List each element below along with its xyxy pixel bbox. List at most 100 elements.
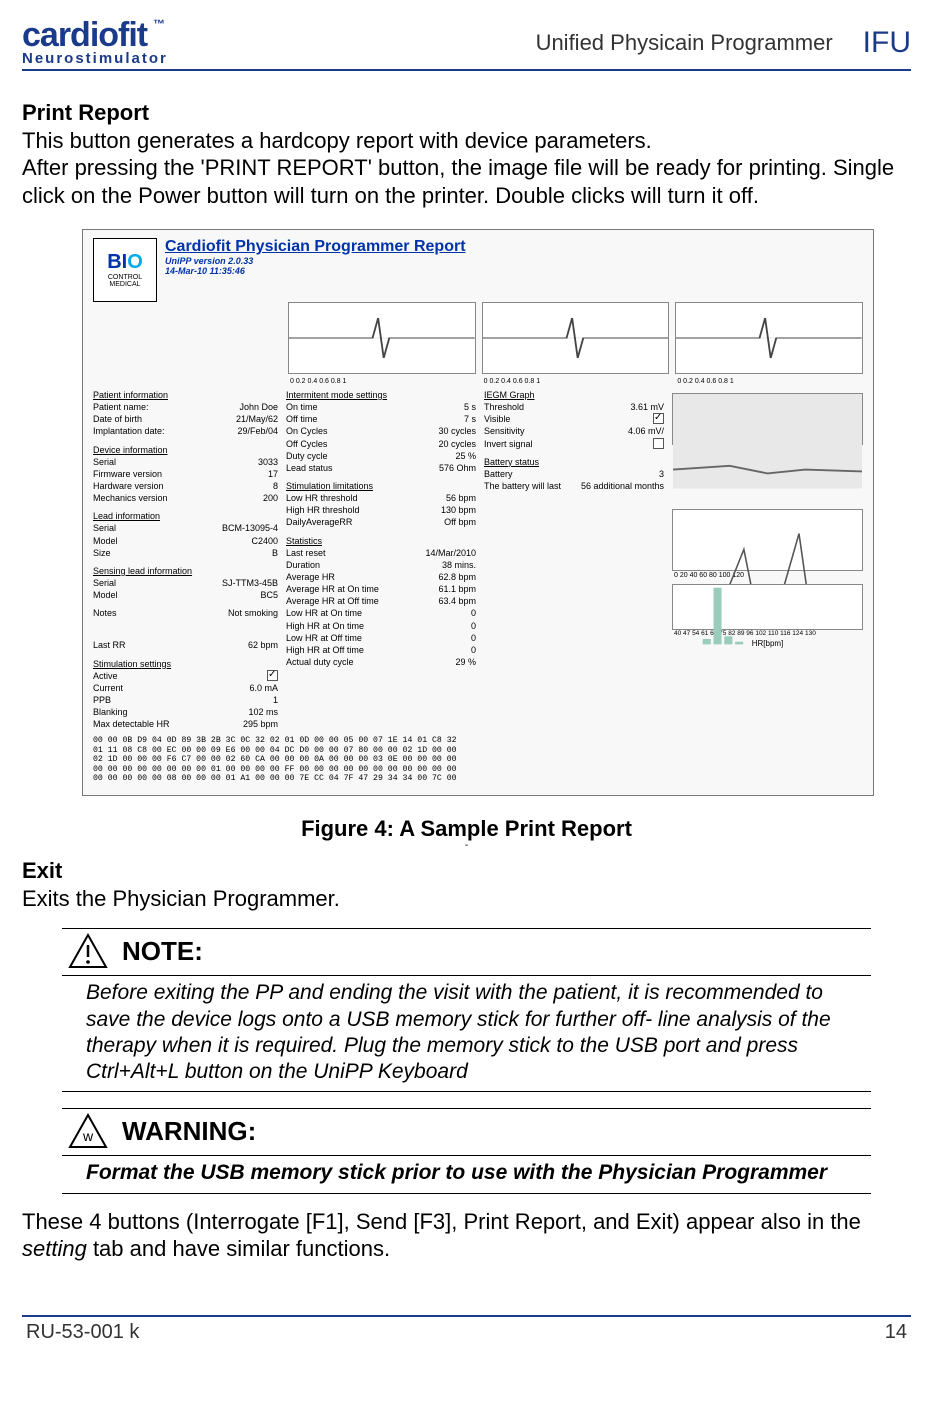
sample-report-figure: BIO CONTROLMEDICAL Cardiofit Physician P… (82, 229, 874, 796)
ppb-l: PPB (93, 694, 117, 706)
fw-v: 17 (268, 468, 278, 480)
lowon-v: 0 (471, 607, 476, 619)
iegm-chart-3 (675, 302, 863, 374)
note-body: Before exiting the PP and ending the vis… (62, 976, 871, 1092)
avgoff-v: 63.4 bpm (438, 595, 476, 607)
cur-v: 6.0 mA (249, 682, 278, 694)
notes-l: Notes (93, 607, 123, 619)
offc-v: 20 cycles (438, 438, 476, 450)
lr-v: 14/Mar/2010 (425, 547, 476, 559)
brand-logo: cardiofit™ Neurostimulator (22, 18, 168, 67)
leadst-l: Lead status (286, 462, 339, 474)
lr-l: Last reset (286, 547, 332, 559)
highoff-l: High HR at Off time (286, 644, 370, 656)
mech-l: Mechanics version (93, 492, 174, 504)
highon-l: High HR at On time (286, 620, 370, 632)
print-report-heading: Print Report (22, 99, 911, 127)
pname-l: Patient name: (93, 401, 155, 413)
report-version: UniPP version 2.0.33 (165, 256, 863, 266)
report-title: Cardiofit Physician Programmer Report (165, 238, 863, 256)
figure-caption-sub: - (22, 840, 911, 851)
lser-l: Serial (93, 522, 122, 534)
logo-main: cardiofit (22, 16, 147, 54)
exit-heading: Exit (22, 857, 911, 885)
footer-doc-id: RU-53-001 k (26, 1321, 139, 1344)
lsize-l: Size (93, 547, 117, 559)
mech-v: 200 (263, 492, 278, 504)
duty-l: Duty cycle (286, 450, 334, 462)
stimlim-h: Stimulation limitations (286, 480, 476, 492)
davg-l: DailyAverageRR (286, 516, 358, 528)
sens-v: 4.06 mV/ (628, 425, 664, 437)
hw-v: 8 (273, 480, 278, 492)
hex-dump: 00 00 0B D9 04 0D 89 3B 2B 3C 0C 32 02 0… (93, 736, 863, 783)
sens-l: Sensitivity (484, 425, 531, 437)
on-l: On time (286, 401, 324, 413)
stim-h: Stimulation settings (93, 658, 278, 670)
document-title: Unified Physicain Programmer (168, 30, 863, 56)
avgon-l: Average HR at On time (286, 583, 385, 595)
active-checkbox-icon (267, 670, 278, 681)
chart1-xticks: 0 0.2 0.4 0.6 0.8 1 (288, 378, 476, 385)
life-v: 56 additional months (581, 480, 664, 492)
highhr-v: 130 bpm (441, 504, 476, 516)
off-l: Off time (286, 413, 323, 425)
iegm-chart-1 (288, 302, 476, 374)
vis-l: Visible (484, 413, 516, 425)
blank-v: 102 ms (248, 706, 278, 718)
sser-v: SJ-TTM3-45B (222, 577, 278, 589)
onc-l: On Cycles (286, 425, 334, 437)
logo-subtitle: Neurostimulator (22, 50, 168, 67)
davg-v: Off bpm (444, 516, 476, 528)
offc-l: Off Cycles (286, 438, 333, 450)
lmod-l: Model (93, 535, 124, 547)
adc-v: 29 % (455, 656, 476, 668)
active-l: Active (93, 670, 124, 682)
report-date: 14-Mar-10 11:35:46 (165, 266, 863, 276)
avg-l: Average HR (286, 571, 341, 583)
on-v: 5 s (464, 401, 476, 413)
lmod-v: C2400 (251, 535, 278, 547)
inv-l: Invert signal (484, 438, 539, 450)
print-report-p1: This button generates a hardcopy report … (22, 127, 911, 155)
chart2-xticks: 0 0.2 0.4 0.6 0.8 1 (482, 378, 670, 385)
page-footer: RU-53-001 k 14 (22, 1315, 911, 1362)
off-v: 7 s (464, 413, 476, 425)
imp-v: 29/Feb/04 (237, 425, 278, 437)
stats-h: Statistics (286, 535, 476, 547)
report-col2: Intermitent mode settings On time 5 s Off… (286, 389, 476, 730)
bpm-chart (672, 509, 863, 571)
maxhr-l: Max detectable HR (93, 718, 176, 730)
notes-v: Not smoking (228, 607, 278, 619)
lastrr-l: Last RR (93, 639, 132, 651)
dser-l: Serial (93, 456, 122, 468)
report-col4: 0 20 40 60 80 100 120 40 47 54 61 68 75 … (672, 389, 863, 730)
note-callout: NOTE: Before exiting the PP and ending t… (62, 928, 871, 1092)
lsize-v: B (272, 547, 278, 559)
dob-v: 21/May/62 (236, 413, 278, 425)
life-l: The battery will last (484, 480, 567, 492)
note-label: NOTE: (122, 936, 203, 967)
avgoff-l: Average HR at Off time (286, 595, 385, 607)
leadst-v: 576 Ohm (439, 462, 476, 474)
smod-v: BC5 (260, 589, 278, 601)
batt-v: 3 (659, 468, 664, 480)
avgon-v: 61.1 bpm (438, 583, 476, 595)
closing-text: These 4 buttons (Interrogate [F1], Send … (22, 1209, 861, 1262)
smod-l: Model (93, 589, 124, 601)
lser-v: BCM-13095-4 (222, 522, 278, 534)
device-info-h: Device information (93, 444, 278, 456)
chart3-xticks: 0 0.2 0.4 0.6 0.8 1 (675, 378, 863, 385)
report-col1: Patient information Patient name:John Do… (93, 389, 278, 730)
figure-container: BIO CONTROLMEDICAL Cardiofit Physician P… (82, 229, 911, 796)
pname-v: John Doe (239, 401, 278, 413)
svg-text:w: w (82, 1128, 94, 1144)
interm-h: Intermitent mode settings (286, 389, 476, 401)
cur-l: Current (93, 682, 129, 694)
warning-label: WARNING: (122, 1116, 256, 1147)
hr-histogram (672, 584, 863, 630)
lastrr-v: 62 bpm (248, 639, 278, 651)
lowhr-l: Low HR threshold (286, 492, 364, 504)
iegm-h: IEGM Graph (484, 389, 664, 401)
warning-body: Format the USB memory stick prior to use… (62, 1156, 871, 1193)
